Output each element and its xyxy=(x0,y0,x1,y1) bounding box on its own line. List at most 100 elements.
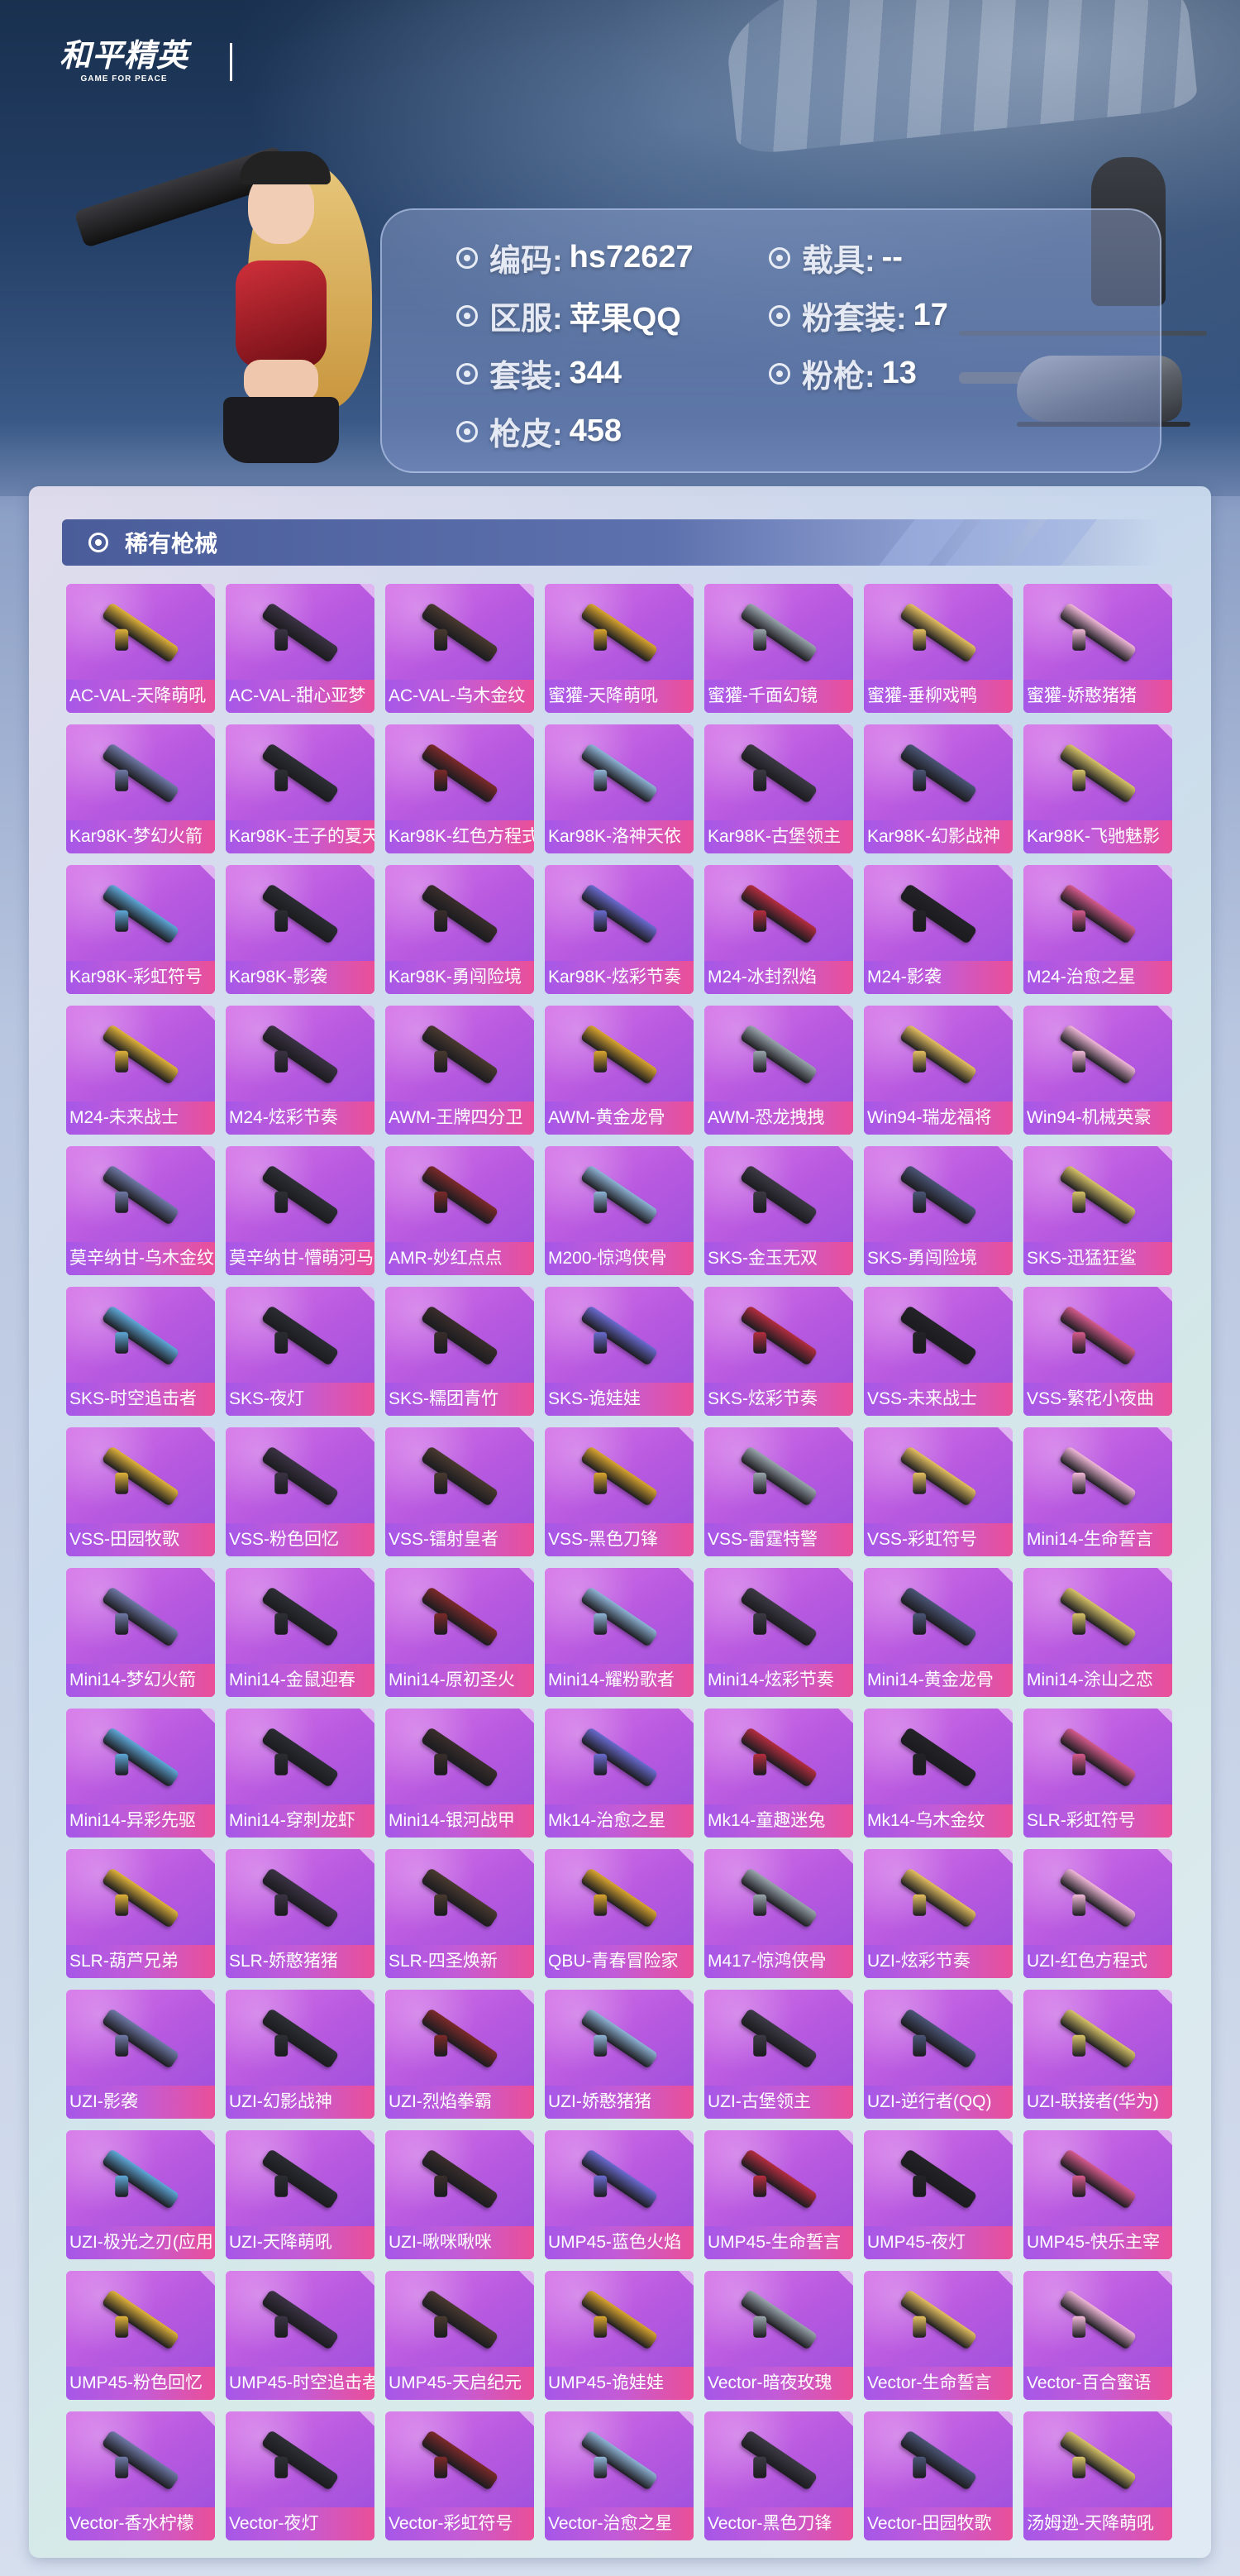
weapon-card[interactable]: Vector-生命誓言 xyxy=(864,2271,1013,2400)
weapon-card[interactable]: AWM-恐龙拽拽 xyxy=(704,1006,853,1135)
weapon-card[interactable]: Mini14-炫彩节奏 xyxy=(704,1568,853,1697)
weapon-card[interactable]: AC-VAL-甜心亚梦 xyxy=(226,584,374,713)
weapon-card[interactable]: Kar98K-王子的夏天 xyxy=(226,724,374,853)
weapon-card[interactable]: UMP45-时空追击者 xyxy=(226,2271,374,2400)
weapon-card[interactable]: Vector-田园牧歌 xyxy=(864,2411,1013,2540)
weapon-card[interactable]: UMP45-快乐主宰 xyxy=(1023,2130,1172,2259)
weapon-card[interactable]: 莫辛纳甘-懵萌河马 xyxy=(226,1146,374,1275)
weapon-card[interactable]: UZI-古堡领主 xyxy=(704,1990,853,2119)
weapon-card[interactable]: Vector-彩虹符号 xyxy=(385,2411,534,2540)
weapon-card[interactable]: VSS-镭射皇者 xyxy=(385,1427,534,1556)
weapon-card[interactable]: AC-VAL-乌木金纹 xyxy=(385,584,534,713)
weapon-card[interactable]: UZI-烈焰拳霸 xyxy=(385,1990,534,2119)
weapon-card[interactable]: SKS-迅猛狂鲨 xyxy=(1023,1146,1172,1275)
weapon-card[interactable]: M24-未来战士 xyxy=(66,1006,215,1135)
weapon-card[interactable]: UZI-红色方程式 xyxy=(1023,1849,1172,1978)
weapon-card[interactable]: Mini14-耀粉歌者 xyxy=(545,1568,694,1697)
weapon-card[interactable]: 莫辛纳甘-乌木金纹 xyxy=(66,1146,215,1275)
weapon-name: UZI-逆行者(QQ) xyxy=(864,2086,1013,2119)
weapon-card[interactable]: Kar98K-洛神天依 xyxy=(545,724,694,853)
weapon-card[interactable]: Mini14-异彩先驱 xyxy=(66,1709,215,1838)
weapon-card[interactable]: Win94-瑞龙福将 xyxy=(864,1006,1013,1135)
weapon-card[interactable]: VSS-黑色刀锋 xyxy=(545,1427,694,1556)
section-header: 稀有枪械 xyxy=(62,519,1161,566)
weapon-card[interactable]: 蜜獾-垂柳戏鸭 xyxy=(864,584,1013,713)
weapon-card[interactable]: UMP45-诡娃娃 xyxy=(545,2271,694,2400)
weapon-card[interactable]: UZI-炫彩节奏 xyxy=(864,1849,1013,1978)
weapon-card[interactable]: Mini14-黄金龙骨 xyxy=(864,1568,1013,1697)
weapon-card[interactable]: Kar98K-红色方程式 xyxy=(385,724,534,853)
weapon-card[interactable]: Kar98K-勇闯险境 xyxy=(385,865,534,994)
weapon-card[interactable]: Vector-香水柠檬 xyxy=(66,2411,215,2540)
weapon-card[interactable]: UMP45-粉色回忆 xyxy=(66,2271,215,2400)
weapon-card[interactable]: SKS-诡娃娃 xyxy=(545,1287,694,1416)
weapon-card[interactable]: Mini14-金鼠迎春 xyxy=(226,1568,374,1697)
weapon-card[interactable]: UMP45-蓝色火焰 xyxy=(545,2130,694,2259)
weapon-card[interactable]: AWM-黄金龙骨 xyxy=(545,1006,694,1135)
weapon-card[interactable]: SLR-四圣焕新 xyxy=(385,1849,534,1978)
weapon-card[interactable]: SLR-娇憨猪猪 xyxy=(226,1849,374,1978)
weapon-card[interactable]: Kar98K-炫彩节奏 xyxy=(545,865,694,994)
weapon-card[interactable]: Win94-机械英豪 xyxy=(1023,1006,1172,1135)
weapon-card[interactable]: 蜜獾-娇憨猪猪 xyxy=(1023,584,1172,713)
weapon-card[interactable]: Kar98K-彩虹符号 xyxy=(66,865,215,994)
weapon-card[interactable]: VSS-雷霆特警 xyxy=(704,1427,853,1556)
weapon-card[interactable]: VSS-彩虹符号 xyxy=(864,1427,1013,1556)
weapon-card[interactable]: VSS-未来战士 xyxy=(864,1287,1013,1416)
weapon-card[interactable]: Vector-百合蜜语 xyxy=(1023,2271,1172,2400)
weapon-card[interactable]: SKS-糯团青竹 xyxy=(385,1287,534,1416)
weapon-card[interactable]: SLR-彩虹符号 xyxy=(1023,1709,1172,1838)
weapon-card[interactable]: UZI-影袭 xyxy=(66,1990,215,2119)
weapon-card[interactable]: M24-冰封烈焰 xyxy=(704,865,853,994)
weapon-card[interactable]: UZI-联接者(华为) xyxy=(1023,1990,1172,2119)
weapon-card[interactable]: VSS-粉色回忆 xyxy=(226,1427,374,1556)
weapon-card[interactable]: UMP45-天启纪元 xyxy=(385,2271,534,2400)
weapon-card[interactable]: Vector-暗夜玫瑰 xyxy=(704,2271,853,2400)
weapon-card[interactable]: Mini14-生命誓言 xyxy=(1023,1427,1172,1556)
weapon-card[interactable]: M24-治愈之星 xyxy=(1023,865,1172,994)
weapon-card[interactable]: SKS-金玉无双 xyxy=(704,1146,853,1275)
weapon-card[interactable]: Kar98K-梦幻火箭 xyxy=(66,724,215,853)
weapon-card[interactable]: QBU-青春冒险家 xyxy=(545,1849,694,1978)
weapon-card[interactable]: 蜜獾-千面幻镜 xyxy=(704,584,853,713)
weapon-card[interactable]: Mini14-涂山之恋 xyxy=(1023,1568,1172,1697)
weapon-card[interactable]: UZI-天降萌吼 xyxy=(226,2130,374,2259)
weapon-card[interactable]: Vector-治愈之星 xyxy=(545,2411,694,2540)
weapon-card[interactable]: VSS-田园牧歌 xyxy=(66,1427,215,1556)
weapon-card[interactable]: SKS-时空追击者 xyxy=(66,1287,215,1416)
weapon-card[interactable]: Mini14-银河战甲 xyxy=(385,1709,534,1838)
weapon-card[interactable]: Kar98K-幻影战神 xyxy=(864,724,1013,853)
weapon-card[interactable]: SLR-葫芦兄弟 xyxy=(66,1849,215,1978)
weapon-card[interactable]: AMR-妙红点点 xyxy=(385,1146,534,1275)
weapon-card[interactable]: UMP45-生命誓言 xyxy=(704,2130,853,2259)
weapon-card[interactable]: Kar98K-影袭 xyxy=(226,865,374,994)
weapon-card[interactable]: UZI-幻影战神 xyxy=(226,1990,374,2119)
weapon-card[interactable]: Mini14-梦幻火箭 xyxy=(66,1568,215,1697)
weapon-card[interactable]: M24-影袭 xyxy=(864,865,1013,994)
weapon-card[interactable]: SKS-夜灯 xyxy=(226,1287,374,1416)
weapon-card[interactable]: SKS-炫彩节奏 xyxy=(704,1287,853,1416)
weapon-card[interactable]: Vector-夜灯 xyxy=(226,2411,374,2540)
weapon-card[interactable]: M24-炫彩节奏 xyxy=(226,1006,374,1135)
weapon-card[interactable]: UZI-逆行者(QQ) xyxy=(864,1990,1013,2119)
weapon-card[interactable]: Mini14-原初圣火 xyxy=(385,1568,534,1697)
weapon-card[interactable]: AWM-王牌四分卫 xyxy=(385,1006,534,1135)
weapon-card[interactable]: Mk14-治愈之星 xyxy=(545,1709,694,1838)
weapon-card[interactable]: M417-惊鸿侠骨 xyxy=(704,1849,853,1978)
weapon-card[interactable]: UZI-啾咪啾咪 xyxy=(385,2130,534,2259)
weapon-card[interactable]: AC-VAL-天降萌吼 xyxy=(66,584,215,713)
weapon-card[interactable]: UMP45-夜灯 xyxy=(864,2130,1013,2259)
weapon-card[interactable]: UZI-极光之刃(应用 xyxy=(66,2130,215,2259)
weapon-card[interactable]: Mini14-穿刺龙虾 xyxy=(226,1709,374,1838)
weapon-card[interactable]: Mk14-童趣迷兔 xyxy=(704,1709,853,1838)
weapon-card[interactable]: Kar98K-古堡领主 xyxy=(704,724,853,853)
weapon-card[interactable]: 汤姆逊-天降萌吼 xyxy=(1023,2411,1172,2540)
weapon-card[interactable]: Kar98K-飞驰魅影 xyxy=(1023,724,1172,853)
weapon-card[interactable]: SKS-勇闯险境 xyxy=(864,1146,1013,1275)
weapon-card[interactable]: Vector-黑色刀锋 xyxy=(704,2411,853,2540)
weapon-card[interactable]: VSS-繁花小夜曲 xyxy=(1023,1287,1172,1416)
weapon-card[interactable]: M200-惊鸿侠骨 xyxy=(545,1146,694,1275)
weapon-card[interactable]: 蜜獾-天降萌吼 xyxy=(545,584,694,713)
weapon-card[interactable]: UZI-娇憨猪猪 xyxy=(545,1990,694,2119)
weapon-card[interactable]: Mk14-乌木金纹 xyxy=(864,1709,1013,1838)
